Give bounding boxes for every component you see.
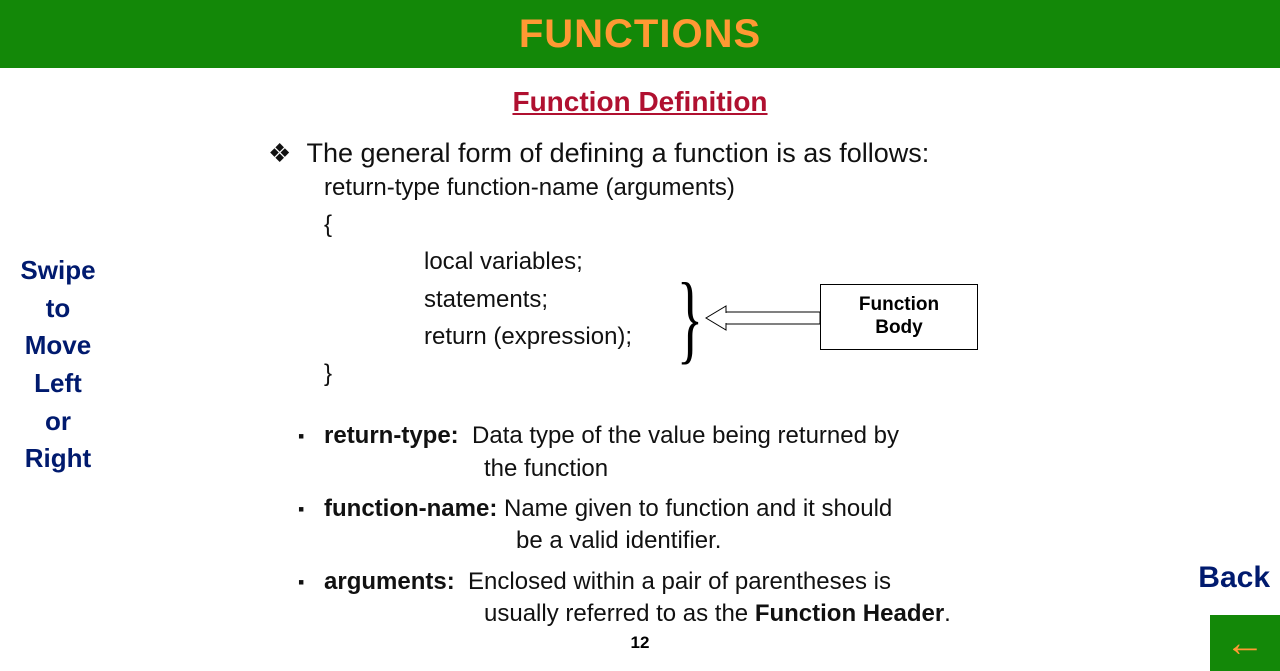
- callout-line: Body: [859, 317, 939, 340]
- square-bullet-icon: ▪: [298, 493, 324, 558]
- square-bullet-icon: ▪: [298, 566, 324, 631]
- page-subtitle: Function Definition: [0, 86, 1280, 118]
- swipe-hint-line: or: [8, 403, 108, 441]
- definition-label: arguments:: [324, 568, 468, 595]
- definition-text: .: [944, 600, 951, 627]
- definition-label: function-name:: [324, 495, 504, 522]
- lead-line: ❖ The general form of defining a functio…: [268, 138, 1088, 169]
- syntax-line: {: [324, 206, 1088, 243]
- syntax-line: local variables;: [324, 243, 1088, 280]
- definition-text: usually referred to as the: [484, 600, 755, 627]
- header-bar: FUNCTIONS: [0, 0, 1280, 68]
- page-number: 12: [0, 633, 1280, 653]
- definition-item: ▪ function-name: Name given to function …: [298, 493, 1088, 558]
- square-bullet-icon: ▪: [298, 420, 324, 485]
- function-body-callout: Function Body: [820, 284, 978, 350]
- definition-item: ▪ return-type: Data type of the value be…: [298, 420, 1088, 485]
- callout-line: Function: [859, 294, 939, 317]
- swipe-hint-line: Left: [8, 365, 108, 403]
- definition-text: the function: [324, 453, 899, 485]
- arrow-left-icon: ←: [1225, 623, 1265, 663]
- callout-arrow-icon: [702, 300, 822, 336]
- back-button[interactable]: ←: [1210, 615, 1280, 671]
- definition-item: ▪ arguments: Enclosed within a pair of p…: [298, 566, 1088, 631]
- syntax-line: return-type function-name (arguments): [324, 169, 1088, 206]
- slide-content: ❖ The general form of defining a functio…: [268, 138, 1088, 638]
- swipe-hint-line: Move: [8, 327, 108, 365]
- definition-text: Enclosed within a pair of parentheses is: [468, 568, 891, 595]
- definitions-list: ▪ return-type: Data type of the value be…: [298, 420, 1088, 630]
- syntax-line: }: [324, 355, 1088, 392]
- definition-text: Data type of the value being returned by: [472, 422, 899, 449]
- swipe-hint-line: to: [8, 290, 108, 328]
- lead-text: The general form of defining a function …: [306, 138, 929, 168]
- definition-label: return-type:: [324, 422, 472, 449]
- swipe-hint-line: Swipe: [8, 252, 108, 290]
- curly-brace-icon: }: [677, 260, 703, 375]
- back-label: Back: [1198, 561, 1270, 595]
- swipe-hint: Swipe to Move Left or Right: [8, 252, 108, 478]
- definition-text: Name given to function and it should: [504, 495, 892, 522]
- swipe-hint-line: Right: [8, 440, 108, 478]
- diamond-bullet-icon: ❖: [268, 138, 302, 169]
- header-title: FUNCTIONS: [519, 12, 761, 57]
- definition-text: be a valid identifier.: [324, 525, 892, 557]
- syntax-block: return-type function-name (arguments) { …: [324, 169, 1088, 392]
- definition-text-bold: Function Header: [755, 600, 944, 627]
